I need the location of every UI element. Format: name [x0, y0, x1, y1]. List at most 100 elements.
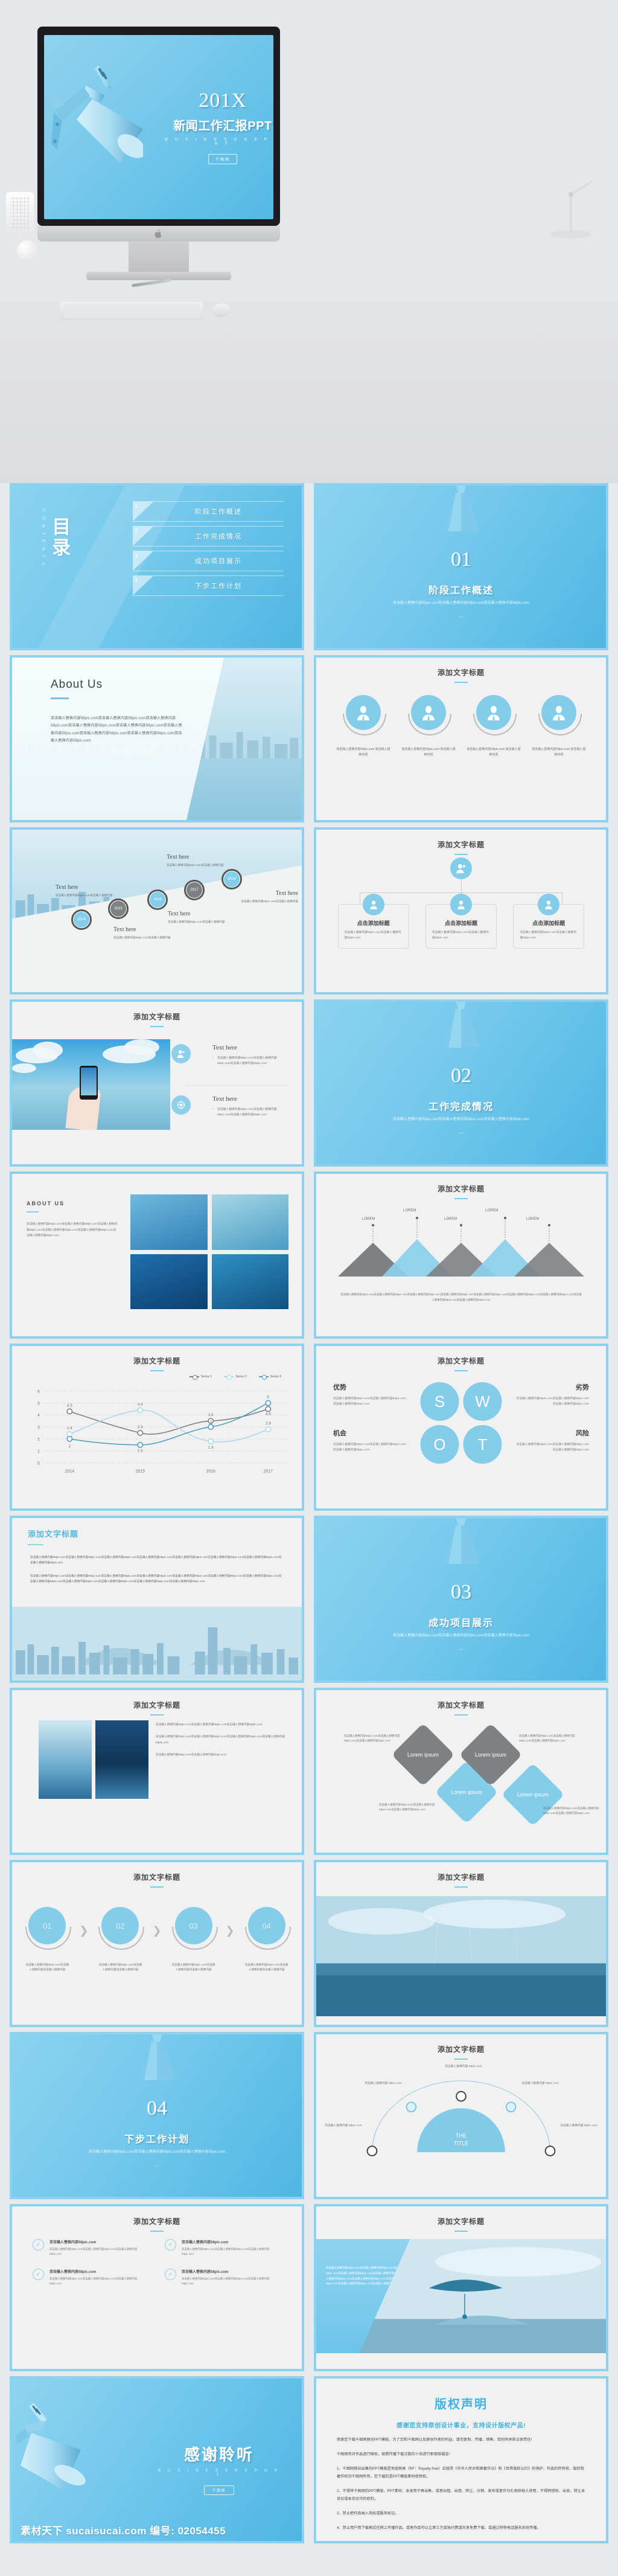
slide-city-text[interactable]: 添加文字标题 双击输入替换内容58pic.com双击输入替换内容58pic.co… [10, 1516, 304, 1683]
checklist-item[interactable]: ✓ 双击输入替换内容58pic.com 双击输入替换内容58pic.com双击输… [33, 2269, 149, 2286]
checklist-item[interactable]: ✓ 双击输入替换内容58pic.com 双击输入替换内容58pic.com双击输… [33, 2239, 149, 2257]
arc-diagram: THE TITLE 双击输入替换内容 58pic.com 双击输入替换内容 58… [316, 2061, 606, 2176]
chart-legend: Series 1 Series 2 Series 3 [189, 1375, 281, 1379]
avatar-item[interactable]: 双击输入替换内容58pic.com 双击输入替换内容 [466, 695, 521, 758]
diamond-note: 双击输入替换内容58pic.com双击输入替换内容58pic.com双击输入替换… [519, 1734, 575, 1743]
photo-thumb[interactable] [211, 1254, 288, 1309]
timeline-node[interactable]: 2016 [147, 889, 168, 910]
photo-thumb[interactable] [130, 1254, 208, 1309]
swot-letter-t[interactable]: T [463, 1425, 502, 1464]
slide-title: 添加文字标题 [12, 1346, 302, 1371]
photo-thumb[interactable] [211, 1194, 288, 1250]
org-card[interactable]: 点击添加标题 双击输入替换内容58pic.com双击输入替换内容58pic.co… [425, 894, 497, 949]
diamond-item[interactable]: Lorem ipsum [501, 1763, 565, 1827]
add-user-icon [450, 857, 472, 879]
checklist-title: 双击输入替换内容58pic.com [49, 2270, 97, 2275]
avatar-item[interactable]: 双击输入替换内容58pic.com 双击输入替换内容 [336, 695, 391, 758]
cover-title: 新闻工作汇报PPT [173, 120, 272, 133]
cover-hero: 201X 新闻工作汇报PPT B U S I N E S S R E P O R… [0, 0, 618, 483]
swot-body: 双击输入替换内容58pic.com双击输入替换内容58pic.com双击输入替换… [516, 1443, 589, 1452]
slide-two-photo[interactable]: 添加文字标题 双击输入替换内容58pic.com双击输入替换内容58pic.co… [10, 1688, 304, 1855]
slide-timeline[interactable]: 2014 2015 2016 2017 2018 Text here 双击输入替… [10, 827, 304, 995]
checklist-item[interactable]: ✓ 双击输入替换内容58pic.com 双击输入替换内容58pic.com双击输… [165, 2239, 281, 2257]
toc-item-label: 工作完成情况 [195, 533, 242, 540]
svg-text:2.4: 2.4 [67, 1426, 72, 1431]
mouse [212, 304, 231, 317]
avatar-caption: 双击输入替换内容58pic.com 双击输入替换内容 [336, 748, 390, 757]
avatar-item[interactable]: 双击输入替换内容58pic.com 双击输入替换内容 [401, 695, 456, 758]
checklist-body: 双击输入替换内容58pic.com双击输入替换内容58pic.com双击输入替换… [182, 2248, 270, 2256]
section-number: 04 [147, 2097, 167, 2119]
timeline-node[interactable]: 2015 [108, 899, 129, 919]
slide-title: 添加文字标题 [12, 1862, 302, 1888]
timeline-label: Text here 双击输入替换内容58pic.com双击输入替换内容 [240, 890, 298, 904]
slide-process-circles[interactable]: 添加文字标题 01 双击输入替换内容58pic.com双击输入替换内容双击输入替… [10, 1860, 304, 2027]
slide-phone-feature[interactable]: 添加文字标题 Text here 双击输入替换内容58pic.com双击输入替换… [10, 999, 304, 1167]
toc-item[interactable]: 4 下步工作计划 [133, 575, 284, 596]
process-step[interactable]: 04 双击输入替换内容58pic.com双击输入替换内容双击输入替换内容 [244, 1907, 289, 1973]
swot-letter-o[interactable]: O [420, 1425, 459, 1464]
checklist-title: 双击输入替换内容58pic.com [182, 2241, 229, 2244]
feature-row[interactable]: Text here 双击输入替换内容58pic.com双击输入替换内容58pic… [171, 1044, 288, 1077]
feature-heading: Text here [212, 1044, 238, 1051]
slide-copyright[interactable]: 版权声明 感谢您支持原创设计事业，支持设计版权产品! 感谢您下载千图网原创PPT… [314, 2376, 608, 2543]
slide-mountain-chart[interactable]: 添加文字标题 LOREM LOREM LOREM LOREM LOREM 双击输… [314, 1171, 608, 1339]
check-icon: ✓ [165, 2269, 176, 2281]
slide-title: 添加文字标题 [316, 830, 606, 855]
swot-letter-w[interactable]: W [463, 1382, 502, 1421]
step-caption: 双击输入替换内容58pic.com双击输入替换内容双击输入替换内容 [25, 1963, 69, 1972]
slide-section-01[interactable]: 01 阶段工作概述 双击输入替换内容58pic.com双击输入替换内容58pic… [314, 483, 608, 650]
slide-thanks[interactable]: 感谢聆听 B U S I N E S S R E P O R T 千图网 素材天… [10, 2376, 304, 2543]
slide-checklist[interactable]: 添加文字标题 ✓ 双击输入替换内容58pic.com 双击输入替换内容58pic… [10, 2204, 304, 2371]
cover-badge: 千图网 [208, 154, 237, 164]
toc-item[interactable]: 1 阶段工作概述 [133, 501, 284, 522]
org-card[interactable]: 点击添加标题 双击输入替换内容58pic.com双击输入替换内容58pic.co… [337, 894, 409, 949]
timeline-node[interactable]: 2018 [221, 869, 242, 889]
slide-arc-diagram[interactable]: 添加文字标题 THE TITLE 双击输入替换内容 58pic.com 双击输入… [314, 2032, 608, 2199]
feature-row[interactable]: Text here 双击输入替换内容58pic.com双击输入替换内容58pic… [171, 1095, 288, 1128]
photo-right[interactable] [95, 1720, 148, 1799]
timeline-node[interactable]: 2014 [71, 909, 92, 930]
paragraph: 双击输入替换内容58pic.com双击输入替换内容58pic.com双击输入替换… [156, 1735, 285, 1744]
slide-section-04[interactable]: 04 下步工作计划 双击输入替换内容58pic.com双击输入替换内容58pic… [10, 2032, 304, 2199]
process-step[interactable]: 03 双击输入替换内容58pic.com双击输入替换内容双击输入替换内容 [171, 1907, 216, 1973]
process-step[interactable]: 02 双击输入替换内容58pic.com双击输入替换内容双击输入替换内容 [98, 1907, 142, 1973]
slide-swot[interactable]: 添加文字标题 S W O T 优势 双击输入替换内容58pic.com双击输入替… [314, 1344, 608, 1511]
timeline-node[interactable]: 2017 [184, 880, 205, 900]
legend-item: Series 3 [258, 1375, 281, 1379]
section-dash: — [459, 1131, 464, 1135]
slide-diamonds[interactable]: 添加文字标题 Lorem ipsum Lorem ipsum Lorem ips… [314, 1688, 608, 1855]
svg-text:3.5: 3.5 [208, 1413, 214, 1417]
photo-pair [39, 1720, 148, 1799]
toc-item[interactable]: 3 成功项目展示 [133, 551, 284, 571]
slide-line-chart[interactable]: 添加文字标题 Series 1 Series 2 Series 3 6 5 4 3 2… [10, 1344, 304, 1511]
slide-team-avatars[interactable]: 添加文字标题 双击输入替换内容58pic.com 双击输入替换内容 双击输入替换… [314, 655, 608, 822]
diamond-item[interactable]: Lorem ipsum [391, 1723, 455, 1787]
slide-section-02[interactable]: 02 工作完成情况 双击输入替换内容58pic.com双击输入替换内容58pic… [314, 999, 608, 1167]
slide-about-gallery[interactable]: ABOUT US 双击输入替换内容58pic.com双击输入替换内容58pic.… [10, 1171, 304, 1339]
swot-body: 双击输入替换内容58pic.com双击输入替换内容58pic.com双击输入替换… [333, 1397, 406, 1406]
timeline-label: Text here 双击输入替换内容58pic.com双击输入替换内容 [167, 854, 225, 868]
swot-letter-s[interactable]: S [420, 1382, 459, 1421]
line-chart: Series 1 Series 2 Series 3 6 5 4 3 2 1 0 201… [27, 1375, 290, 1487]
process-step[interactable]: 01 双击输入替换内容58pic.com双击输入替换内容双击输入替换内容 [25, 1907, 69, 1973]
photo-left[interactable] [39, 1720, 92, 1799]
slide-org-chart[interactable]: 添加文字标题 点击添加标题 双击输入替换内容58pic.com双击输入替换内容5… [314, 827, 608, 995]
org-card[interactable]: 点击添加标题 双击输入替换内容58pic.com双击输入替换内容58pic.co… [513, 894, 585, 949]
toc-item[interactable]: 2 工作完成情况 [133, 526, 284, 546]
slide-paraglide[interactable]: 添加文字标题 双击输入替换内容58pic.com双击输入替换内容58pic.co… [314, 2204, 608, 2371]
slide-wind-photo[interactable]: 添加文字标题 [314, 1860, 608, 2027]
arc-label: 双击输入替换内容 58pic.com [325, 2124, 362, 2127]
paragraph: 双击输入替换内容58pic.com双击输入替换内容58pic.com双击输入替换… [156, 1723, 263, 1726]
paragraph: 双击输入替换内容58pic.com双击输入替换内容58pic.com双击输入替换… [30, 1556, 282, 1565]
diamond-diagram: Lorem ipsum Lorem ipsum Lorem ipsum Lore… [316, 1723, 606, 1827]
copyright-paragraph: 千图网将对作品进行维权，按照传播下载次数的十倍进行索取赔偿金! [337, 2452, 450, 2457]
photo-thumb[interactable] [130, 1194, 208, 1250]
slide-table-of-contents[interactable]: C O N T E N T S 目录 1 阶段工作概述 2 工作完成情况 3 成… [10, 483, 304, 650]
slide-section-03[interactable]: 03 成功项目展示 双击输入替换内容58pic.com双击输入替换内容58pic… [314, 1516, 608, 1683]
slide-about-us[interactable]: About Us 双击输入替换内容58pic.com双击输入替换内容58pic.… [10, 655, 304, 822]
legend-item: Series 1 [189, 1375, 212, 1379]
checklist-item[interactable]: ✓ 双击输入替换内容58pic.com 双击输入替换内容58pic.com双击输… [165, 2269, 281, 2286]
copyright-paragraph: 2、不得将千图网的PPT模版、PPT素材，本身用于再出售，或者出租、出借、转让、… [337, 2489, 585, 2502]
avatar-item[interactable]: 双击输入替换内容58pic.com 双击输入替换内容 [531, 695, 587, 758]
